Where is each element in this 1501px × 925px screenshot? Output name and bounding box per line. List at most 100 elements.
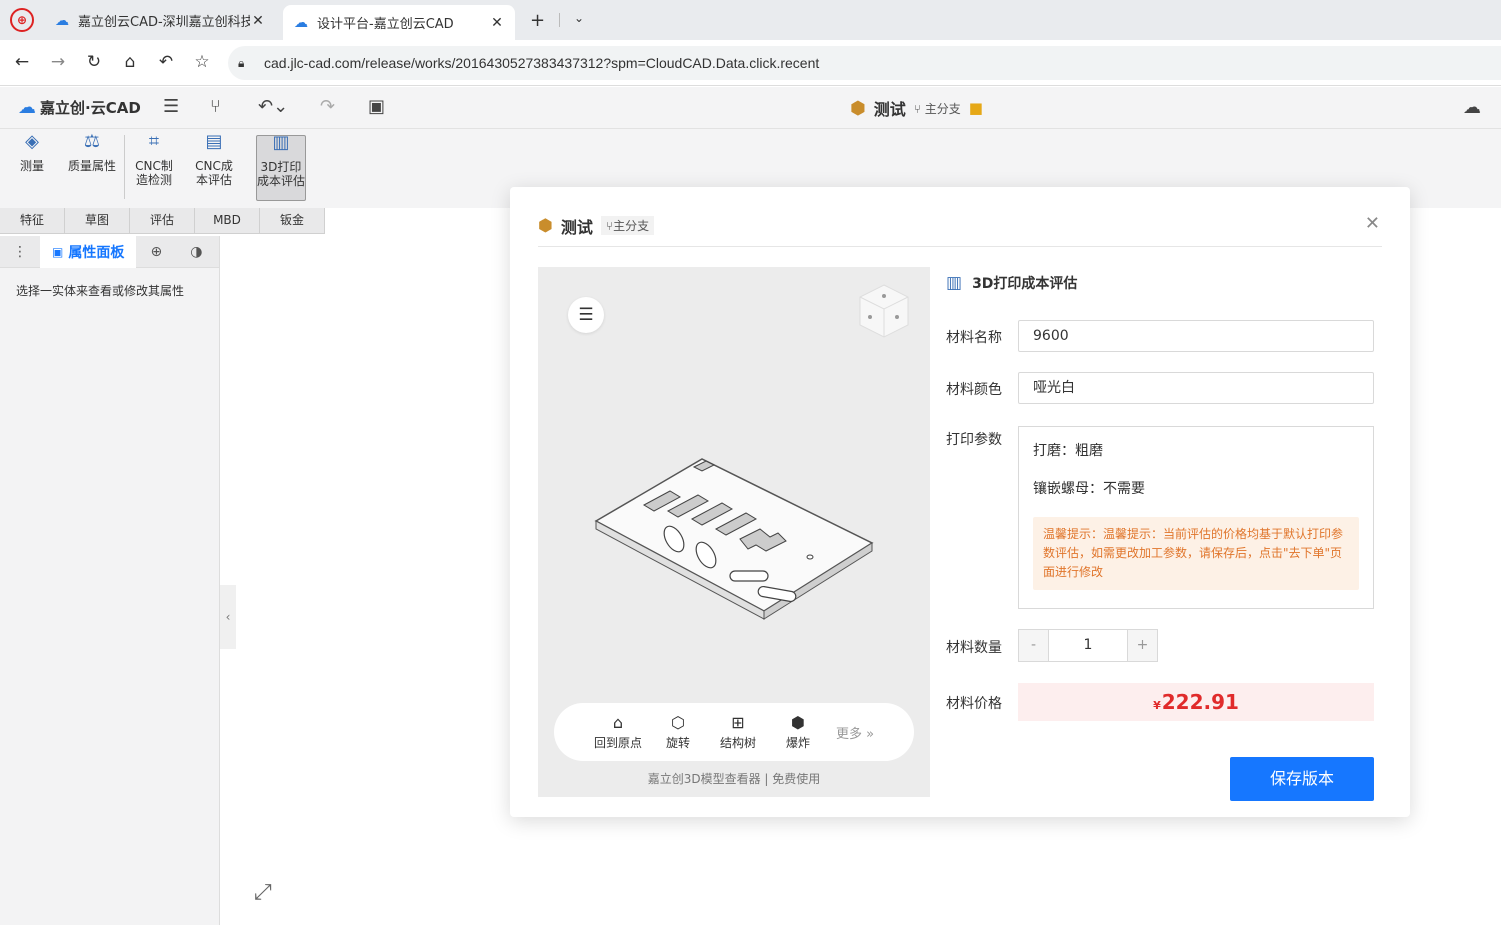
globe-icon[interactable]: ◑ — [176, 236, 216, 268]
cloud-logo-icon: ☁ — [18, 97, 36, 118]
browser-tab-2[interactable]: ☁ 设计平台-嘉立创云CAD ✕ — [283, 5, 515, 40]
axes-triad-icon: ⤢ — [254, 880, 272, 905]
3d-print-icon: ▥ — [272, 132, 290, 153]
price-label: 材料价格 — [946, 696, 1002, 712]
measure-button[interactable]: ◈ 测量 — [14, 133, 50, 201]
price-value: 222.91 — [1161, 690, 1239, 714]
modal-doc-name: 测试 — [560, 217, 593, 237]
branch-badge[interactable]: ⑂ 主分支 — [914, 100, 961, 117]
quantity-label: 材料数量 — [946, 640, 1002, 656]
close-tab-icon[interactable]: ✕ — [250, 13, 266, 29]
modal-header: ⬢ 测试 ⑂主分支 — [538, 205, 1382, 247]
redo-icon[interactable]: ↷ — [320, 96, 335, 117]
package-icon: ⬢ — [850, 97, 866, 119]
print-params-label: 打印参数 — [946, 432, 1002, 448]
rotate-button[interactable]: ⬡ 旋转 — [648, 713, 708, 751]
reload-icon[interactable]: ↻ — [84, 52, 104, 72]
browser-logo-icon[interactable]: ⊕ — [10, 8, 34, 32]
form-title: ▥ 3D打印成本评估 — [946, 273, 1077, 293]
decrement-button[interactable]: - — [1019, 630, 1048, 661]
tree-icon[interactable]: ⋮ — [0, 236, 40, 268]
collapse-panel-handle[interactable]: ‹ — [220, 585, 236, 649]
material-color-field[interactable]: 哑光白 — [1018, 372, 1374, 404]
explode-label: 爆炸 — [785, 736, 810, 750]
undo-icon[interactable]: ↶⌄ — [258, 96, 288, 117]
mass-properties-button[interactable]: ⚖ 质量属性 — [68, 131, 116, 201]
undo-close-icon[interactable]: ↶ — [156, 52, 176, 72]
target-icon[interactable]: ⊕ — [136, 236, 176, 268]
back-icon[interactable]: ← — [12, 52, 32, 72]
doc-name: 测试 — [873, 100, 906, 119]
print-params-box: 打磨：粗磨 镶嵌螺母：不需要 温馨提示：温馨提示：当前评估的价格均基于默认打印参… — [1018, 426, 1374, 609]
tree-structure-icon: ⊞ — [731, 713, 745, 732]
tab-properties[interactable]: ▣ 属性面板 — [40, 235, 137, 268]
reset-view-button[interactable]: ⌂ 回到原点 — [588, 713, 648, 751]
quantity-input[interactable]: 1 — [1048, 630, 1128, 661]
left-panel-tabs: ⋮ ▣ 属性面板 ⊕ ◑ — [0, 235, 219, 268]
ribbon-divider — [124, 135, 125, 199]
ribbon-subtabs: 特征 草图 评估 MBD 钣金 — [0, 208, 325, 234]
view-cube-icon[interactable] — [856, 281, 912, 341]
left-panel: ⋮ ▣ 属性面板 ⊕ ◑ 选择一实体来查看或修改其属性 — [0, 235, 220, 925]
url-box[interactable]: 🔒︎ cad.jlc-cad.com/release/works/2016430… — [228, 46, 1501, 80]
close-tab-icon[interactable]: ✕ — [489, 15, 505, 31]
home-icon: ⌂ — [612, 713, 624, 732]
insert-nut-value: 镶嵌螺母：不需要 — [1033, 481, 1145, 497]
structure-tree-button[interactable]: ⊞ 结构树 — [708, 713, 768, 751]
material-color-label: 材料颜色 — [946, 382, 1002, 398]
tab-sketch[interactable]: 草图 — [65, 208, 130, 233]
currency-symbol: ¥ — [1153, 698, 1161, 712]
cloud-favicon-icon: ☁ — [55, 12, 69, 29]
3d-print-icon: ▥ — [946, 273, 963, 293]
cnc-check-icon: ⌗ — [148, 131, 160, 152]
new-tab-icon[interactable]: + — [530, 10, 545, 31]
bookmark-star-icon[interactable]: ☆ — [192, 52, 212, 72]
save-version-button[interactable]: 保存版本 — [1230, 757, 1374, 801]
3d-print-cost-button[interactable]: ▥ 3D打印成本评估 — [256, 132, 306, 201]
model-viewer[interactable]: ☰ ⌂ 回到原点 ⬡ 旋转 ⊞ 结构树 ⬢ 爆炸 更多 » 嘉立创3D模型查看器… — [538, 267, 930, 797]
price-display: ¥ 222.91 — [1018, 683, 1374, 721]
menu-icon[interactable]: ☰ — [163, 96, 179, 117]
tab-sheet-metal[interactable]: 钣金 — [260, 208, 325, 233]
branch-label: 主分支 — [924, 101, 961, 116]
forward-icon[interactable]: → — [48, 52, 68, 72]
app-logo[interactable]: ☁ 嘉立创·云CAD — [18, 97, 141, 118]
explode-cube-icon: ⬢ — [791, 713, 805, 732]
increment-button[interactable]: + — [1128, 630, 1157, 661]
url-text[interactable]: cad.jlc-cad.com/release/works/2016430527… — [264, 55, 819, 71]
3d-model-render[interactable] — [588, 447, 878, 632]
doc-title: ⬢ 测试 ⑂ 主分支 ■ — [850, 96, 983, 120]
modal-branch-label: 主分支 — [613, 219, 650, 233]
close-icon[interactable]: ✕ — [1365, 213, 1380, 234]
more-button[interactable]: 更多 » — [836, 723, 874, 742]
cost-form: ▥ 3D打印成本评估 材料名称 9600 材料颜色 哑光白 打印参数 打磨：粗磨… — [946, 267, 1374, 807]
viewer-menu-icon[interactable]: ☰ — [568, 297, 604, 333]
cloud-favicon-icon: ☁ — [294, 14, 308, 31]
3d-print-cost-label: 3D打印成本评估 — [257, 160, 306, 188]
3d-print-cost-modal: ⬢ 测试 ⑂主分支 ✕ ☰ ⌂ 回到原点 ⬡ 旋转 ⊞ 结构树 ⬢ 爆炸 更多 … — [510, 187, 1410, 817]
material-name-field[interactable]: 9600 — [1018, 320, 1374, 352]
app-logo-text: 嘉立创·云CAD — [40, 99, 141, 117]
save-icon[interactable]: ▣ — [368, 96, 385, 117]
tab-features[interactable]: 特征 — [0, 208, 65, 233]
package-icon: ⬢ — [538, 215, 553, 236]
lock-icon[interactable]: 🔒︎ — [238, 56, 254, 71]
properties-tab-label: 属性面板 — [68, 244, 125, 261]
tab-mbd[interactable]: MBD — [195, 208, 260, 233]
browser-tab-1[interactable]: ☁ 嘉立创云CAD-深圳嘉立创科技 ✕ — [44, 5, 276, 36]
app-topbar: ☁ 嘉立创·云CAD ☰ ⑂ ↶⌄ ↷ ▣ ⬢ 测试 ⑂ 主分支 ■ ☁ — [0, 87, 1501, 129]
cnc-cost-button[interactable]: ▤ CNC成本评估 — [192, 133, 236, 201]
tab-list-chevron-icon[interactable]: ⌄ — [574, 11, 584, 25]
home-icon[interactable]: ⌂ — [120, 52, 140, 72]
cloud-sync-icon[interactable]: ☁ — [1463, 97, 1481, 118]
explode-button[interactable]: ⬢ 爆炸 — [768, 713, 828, 751]
cnc-check-button[interactable]: ⌗ CNC制造检测 — [132, 131, 176, 201]
rotate-cube-icon: ⬡ — [671, 713, 685, 732]
polish-value: 打磨：粗磨 — [1033, 443, 1103, 459]
folder-icon[interactable]: ■ — [969, 99, 983, 117]
scale-icon: ⚖ — [83, 131, 101, 152]
tab-evaluate[interactable]: 评估 — [130, 208, 195, 233]
quantity-stepper[interactable]: - 1 + — [1018, 629, 1158, 662]
tab-separator — [559, 13, 560, 27]
branch-icon[interactable]: ⑂ — [210, 96, 221, 117]
